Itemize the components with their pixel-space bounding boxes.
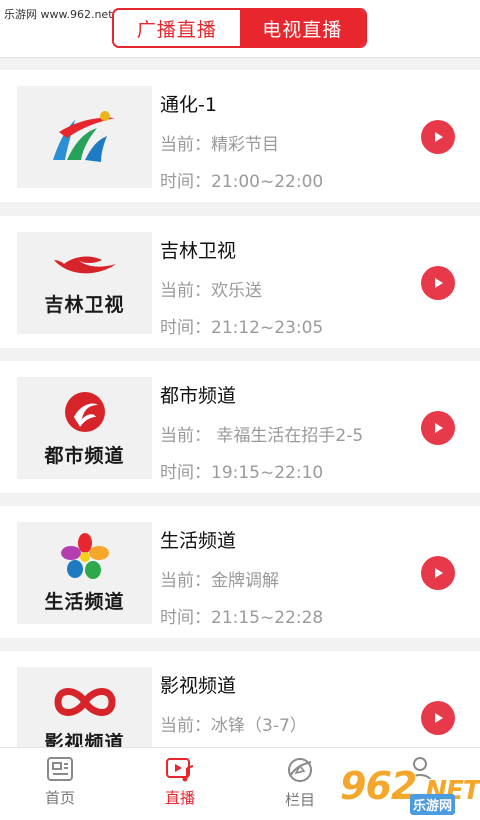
tab-radio-live[interactable]: 广播直播 — [114, 10, 240, 46]
tab-label: 首页 — [44, 789, 75, 807]
channel-name: 影视频道 — [160, 675, 237, 697]
channel-name: 吉林卫视 — [160, 240, 237, 262]
current-program: 当前：欢乐送 — [160, 281, 262, 301]
app-screen: 乐游网 www.962.net 广播直播 电视直播 通化-1 当前：精彩节目 时… — [0, 0, 480, 820]
channel-name: 通化-1 — [160, 94, 217, 116]
play-icon — [435, 278, 443, 288]
tonghua-logo-icon — [52, 111, 115, 162]
jilin-tv-logo-icon — [53, 256, 116, 273]
channel-logo — [17, 86, 152, 188]
watermark-text: 乐游网 www.962.net — [4, 8, 113, 21]
yingshi-logo-icon — [53, 687, 116, 716]
play-button[interactable] — [421, 120, 455, 154]
channel-logo: 都市频道 — [17, 377, 152, 479]
live-video-icon — [166, 758, 194, 782]
channel-logo: 生活频道 — [17, 522, 152, 624]
program-time: 时间：19:15~22:10 — [160, 463, 324, 483]
tab-tv-live[interactable]: 电视直播 — [239, 10, 365, 46]
channel-name: 生活频道 — [160, 530, 237, 552]
news-icon — [47, 757, 73, 781]
current-program: 当前：金牌调解 — [160, 571, 279, 591]
dushi-logo-icon — [64, 391, 105, 432]
play-button[interactable] — [421, 556, 455, 590]
current-program: 当前：冰锋（3-7） — [160, 716, 307, 736]
play-icon — [435, 713, 443, 723]
current-program: 当前： 幸福生活在招手2-5 — [160, 426, 364, 446]
program-time: 时间：21:12~23:05 — [160, 318, 324, 338]
tab-label: 栏目 — [284, 791, 315, 809]
logo-text: 吉林卫视 — [44, 293, 125, 316]
tab-label: 直播 — [164, 789, 195, 807]
channel-row[interactable]: 吉林卫视 吉林卫视 当前：欢乐送 时间：21:12~23:05 — [0, 216, 480, 348]
tab-home[interactable]: 首页 — [0, 748, 120, 820]
channel-name: 都市频道 — [160, 385, 237, 407]
logo-text: 生活频道 — [44, 590, 125, 613]
play-icon — [435, 568, 443, 578]
channel-row[interactable]: 通化-1 当前：精彩节目 时间：21:00~22:00 — [0, 70, 480, 202]
live-type-switch: 广播直播 电视直播 — [112, 8, 367, 48]
channel-logo: 吉林卫视 — [17, 232, 152, 334]
top-header: 乐游网 www.962.net 广播直播 电视直播 — [0, 0, 480, 58]
channel-row[interactable]: 生活频道 生活频道 当前：金牌调解 时间：21:15~22:28 — [0, 506, 480, 638]
play-icon — [435, 423, 443, 433]
current-program: 当前：精彩节目 — [160, 135, 279, 155]
site-watermark-logo: 962.NET 乐游网 — [340, 764, 480, 816]
play-icon — [435, 132, 443, 142]
play-button[interactable] — [421, 411, 455, 445]
channel-row[interactable]: 都市频道 都市频道 当前： 幸福生活在招手2-5 时间：19:15~22:10 — [0, 361, 480, 493]
shenghuo-logo-icon — [60, 532, 109, 579]
brand-sub-label: 乐游网 — [410, 794, 456, 815]
play-button[interactable] — [421, 701, 455, 735]
column-icon — [288, 758, 312, 782]
tab-live[interactable]: 直播 — [120, 748, 240, 820]
program-time: 时间：21:15~22:28 — [160, 608, 324, 628]
logo-text: 都市频道 — [44, 444, 125, 467]
program-time: 时间：21:00~22:00 — [160, 172, 324, 192]
play-button[interactable] — [421, 266, 455, 300]
